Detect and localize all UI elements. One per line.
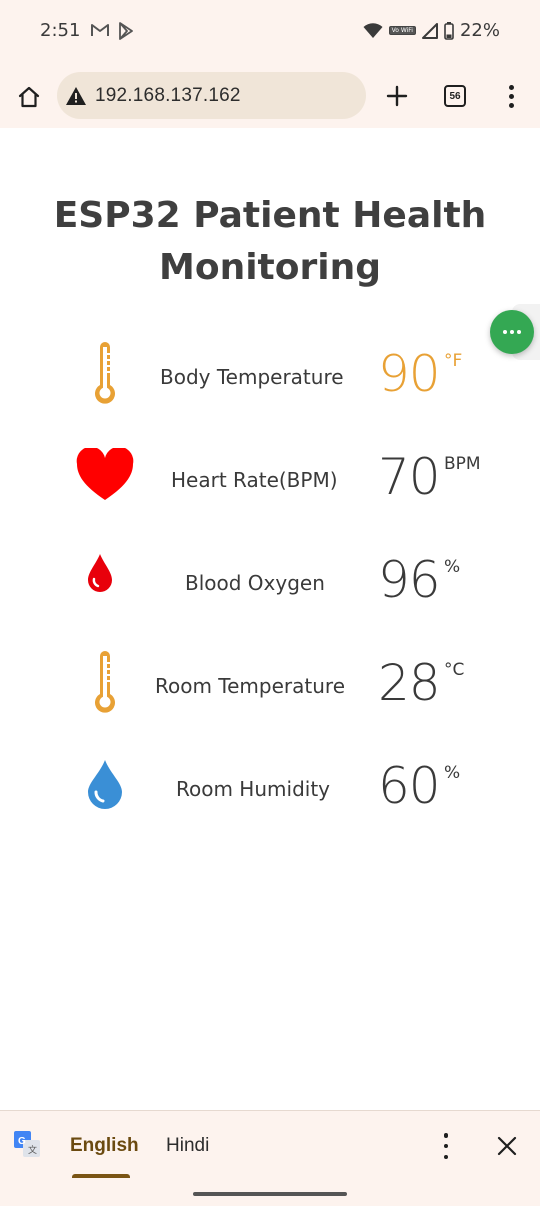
reading-unit: % (444, 557, 461, 577)
system-navigation-bar (0, 1178, 540, 1206)
reading-label: Room Humidity (176, 777, 330, 801)
dot (443, 1143, 449, 1149)
new-tab-button[interactable] (383, 82, 411, 110)
url-text[interactable]: 192.168.137.162 (95, 85, 241, 107)
battery-percent: 22% (459, 20, 500, 41)
svg-text:文: 文 (28, 1144, 37, 1156)
not-secure-warning-icon[interactable] (65, 86, 87, 106)
wifi-icon (363, 22, 383, 38)
translate-bar: G 文 English Hindi (0, 1110, 540, 1179)
battery-icon (444, 21, 454, 40)
dot (508, 84, 514, 90)
reading-label: Room Temperature (155, 674, 345, 698)
play-store-icon (119, 22, 133, 40)
reading-room-humidity: Room Humidity 60 % (0, 743, 540, 833)
reading-value: 60 (378, 757, 441, 815)
plus-icon (386, 85, 408, 107)
reading-unit: °F (444, 351, 463, 371)
reading-value: 28 (378, 654, 441, 712)
reading-label: Body Temperature (160, 365, 344, 389)
translate-options-button[interactable] (440, 1133, 452, 1159)
reading-blood-oxygen: Blood Oxygen 96 % (0, 537, 540, 627)
svg-text:G: G (18, 1136, 26, 1147)
heart-icon (76, 448, 134, 500)
close-icon[interactable] (496, 1135, 518, 1157)
dot (508, 93, 514, 99)
reading-value: 70 (378, 448, 441, 506)
signal-icon (421, 22, 438, 39)
reading-unit: BPM (444, 454, 481, 474)
home-button[interactable] (14, 82, 44, 112)
gesture-handle[interactable] (193, 1192, 347, 1196)
browser-chrome: 2:51 Vo WiFi 22% 192.168.137.162 56 (0, 0, 540, 128)
status-bar: 2:51 Vo WiFi 22% (0, 0, 540, 64)
tab-source-language[interactable]: English (70, 1135, 139, 1157)
reading-body-temperature: Body Temperature 90 °F (0, 331, 540, 421)
browser-toolbar: 192.168.137.162 56 (0, 64, 540, 128)
reading-label: Blood Oxygen (185, 571, 325, 595)
reading-heart-rate: Heart Rate(BPM) 70 BPM (0, 434, 540, 524)
reading-label: Heart Rate(BPM) (171, 468, 338, 492)
thermometer-icon (95, 342, 115, 404)
reading-value: 96 (378, 551, 441, 609)
screen: 2:51 Vo WiFi 22% 192.168.137.162 56 ESP3… (0, 0, 540, 1206)
dot (508, 102, 514, 108)
dot (443, 1154, 449, 1159)
status-time: 2:51 (40, 20, 81, 41)
dot (443, 1133, 449, 1138)
reading-unit: °C (444, 660, 465, 680)
home-icon (18, 86, 40, 108)
reading-unit: % (444, 763, 461, 783)
water-drop-icon (88, 760, 122, 809)
blood-drop-icon (88, 554, 112, 592)
gmail-icon (91, 24, 109, 36)
reading-room-temperature: Room Temperature 28 °C (0, 640, 540, 730)
thermometer-icon (95, 651, 115, 713)
vowifi-icon: Vo WiFi (388, 26, 416, 35)
tab-target-language[interactable]: Hindi (166, 1135, 209, 1157)
reading-value: 90 (378, 345, 441, 403)
tab-switcher-button[interactable]: 56 (444, 85, 466, 107)
notification-icons (90, 22, 134, 40)
page-title: ESP32 Patient Health Monitoring (53, 195, 487, 288)
google-translate-icon: G 文 (14, 1131, 40, 1157)
browser-menu-button[interactable] (502, 82, 520, 110)
address-bar[interactable]: 192.168.137.162 (57, 72, 366, 119)
system-icons: Vo WiFi 22% (363, 20, 500, 41)
